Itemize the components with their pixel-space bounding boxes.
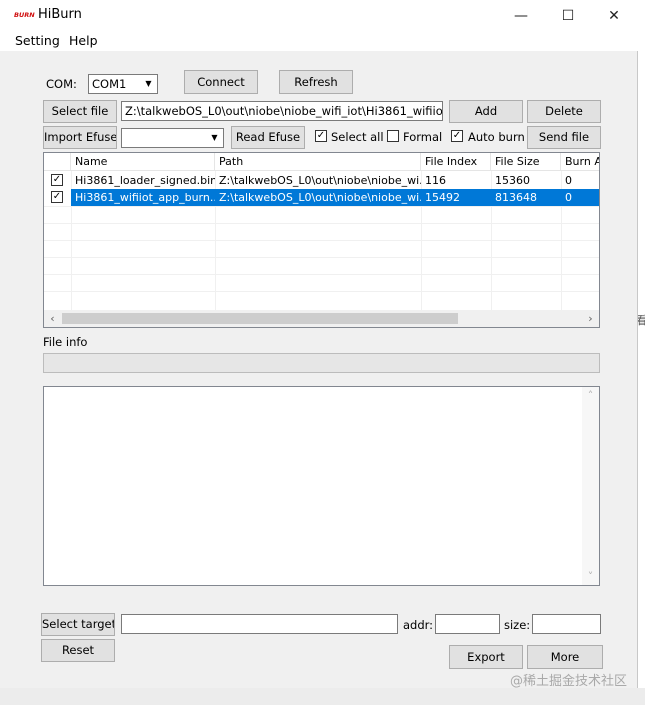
taskbar-strip [0, 688, 645, 705]
log-output[interactable]: ˄ ˅ [43, 386, 600, 586]
window-title: HiBurn [38, 7, 82, 22]
scrollbar-thumb[interactable] [62, 313, 458, 324]
watermark: @稀土掘金技术社区 [509, 674, 627, 689]
column-check[interactable] [44, 153, 71, 171]
column-path[interactable]: Path [215, 153, 421, 171]
file-list[interactable]: Name Path File Index File Size Burn A ✓ … [43, 152, 600, 328]
grid-line [44, 291, 599, 292]
column-file-size[interactable]: File Size [491, 153, 561, 171]
row-size: 15360 [495, 174, 530, 187]
row-path: Z:\talkwebOS_L0\out\niobe\niobe_wi... [219, 174, 421, 187]
refresh-button[interactable]: Refresh [279, 70, 353, 94]
file-path-input[interactable]: Z:\talkwebOS_L0\out\niobe\niobe_wifi_iot… [121, 101, 443, 121]
auto-burn-label: Auto burn [468, 130, 525, 144]
select-all-label: Select all [331, 130, 384, 144]
addr-input[interactable] [435, 614, 500, 634]
close-icon[interactable]: ✕ [594, 4, 634, 28]
row-index: 15492 [421, 189, 491, 206]
menu-setting[interactable]: Setting [15, 33, 60, 48]
menu-bar: Setting Help [0, 31, 638, 51]
scroll-right-icon[interactable]: › [582, 310, 599, 327]
table-row[interactable]: ✓ Hi3861_wifiiot_app_burn... Z:\talkwebO… [44, 189, 599, 206]
minimize-icon[interactable]: — [501, 4, 541, 28]
com-port-value: COM1 [92, 77, 127, 91]
more-button[interactable]: More [527, 645, 603, 669]
grid-line [44, 223, 599, 224]
size-label: size: [504, 618, 531, 632]
grid-line [44, 274, 599, 275]
com-port-select[interactable]: COM1 ▼ [88, 74, 158, 94]
scroll-down-icon[interactable]: ˅ [582, 568, 599, 585]
select-file-button[interactable]: Select file [43, 100, 117, 123]
scroll-left-icon[interactable]: ‹ [44, 310, 61, 327]
row-burn: 0 [565, 174, 572, 187]
import-efuse-button[interactable]: Import Efuse [43, 126, 117, 149]
target-input[interactable] [121, 614, 398, 634]
row-index: 116 [425, 174, 446, 187]
grid-line [44, 206, 599, 207]
send-file-button[interactable]: Send file [527, 126, 601, 149]
chevron-down-icon[interactable]: ▼ [141, 76, 156, 92]
reset-button[interactable]: Reset [41, 639, 115, 662]
file-list-header: Name Path File Index File Size Burn A [44, 153, 599, 171]
file-info-bar [43, 353, 600, 373]
column-name[interactable]: Name [71, 153, 215, 171]
size-input[interactable] [532, 614, 601, 634]
auto-burn-checkbox[interactable]: ✓ [451, 130, 463, 142]
com-label: COM: [46, 77, 77, 91]
read-efuse-button[interactable]: Read Efuse [231, 126, 305, 149]
export-button[interactable]: Export [449, 645, 523, 669]
row-size: 813648 [491, 189, 561, 206]
efuse-select[interactable]: ▼ [121, 128, 224, 148]
scroll-up-icon[interactable]: ˄ [582, 387, 599, 404]
connect-button[interactable]: Connect [184, 70, 258, 94]
row-path: Z:\talkwebOS_L0\out\niobe\niobe_wi... [215, 189, 421, 206]
table-row[interactable]: ✓ Hi3861_loader_signed.bin Z:\talkwebOS_… [44, 172, 599, 189]
row-name: Hi3861_wifiiot_app_burn... [71, 189, 215, 206]
app-logo-icon: BURN [14, 11, 35, 19]
grid-line [44, 240, 599, 241]
title-bar: BURN HiBurn — ☐ ✕ [0, 0, 638, 31]
column-burn-a[interactable]: Burn A [561, 153, 599, 171]
formal-checkbox[interactable] [387, 130, 399, 142]
addr-label: addr: [403, 618, 434, 632]
row-burn: 0 [561, 189, 599, 206]
row-checkbox[interactable]: ✓ [51, 174, 63, 186]
menu-help[interactable]: Help [69, 33, 98, 48]
file-info-label: File info [43, 335, 88, 349]
chevron-down-icon[interactable]: ▼ [207, 130, 222, 146]
formal-label: Formal [403, 130, 443, 144]
row-name: Hi3861_loader_signed.bin [75, 174, 215, 187]
hiburn-window: BURN HiBurn — ☐ ✕ Setting Help COM: COM1… [0, 0, 638, 705]
row-checkbox[interactable]: ✓ [51, 191, 63, 203]
delete-button[interactable]: Delete [527, 100, 601, 123]
horizontal-scrollbar[interactable]: ‹ › [44, 310, 599, 327]
vertical-scrollbar[interactable]: ˄ ˅ [582, 387, 599, 585]
add-button[interactable]: Add [449, 100, 523, 123]
column-file-index[interactable]: File Index [421, 153, 491, 171]
select-target-button[interactable]: Select target [41, 613, 115, 636]
grid-line [44, 257, 599, 258]
select-all-checkbox[interactable]: ✓ [315, 130, 327, 142]
maximize-icon[interactable]: ☐ [548, 4, 588, 28]
